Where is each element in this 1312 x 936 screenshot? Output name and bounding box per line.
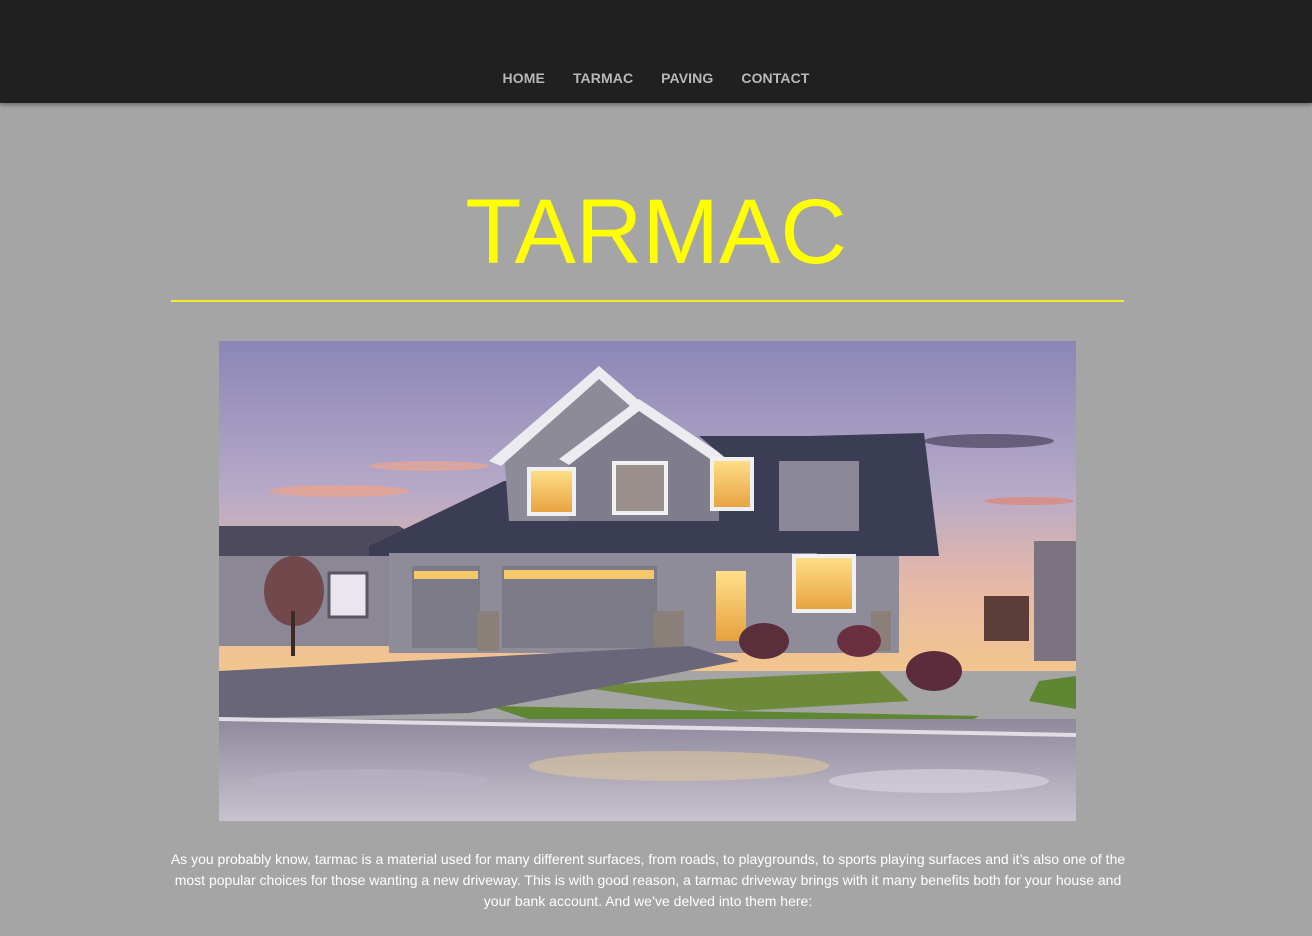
intro-paragraph: As you probably know, tarmac is a materi… — [170, 851, 1126, 909]
nav-paving-link[interactable]: PAVING — [647, 69, 727, 87]
page-title: TARMAC — [465, 181, 847, 283]
site-header: HOME TARMAC PAVING CONTACT — [0, 0, 1312, 103]
title-divider — [171, 300, 1124, 302]
nav-tarmac-link[interactable]: TARMAC — [559, 69, 647, 87]
house-photo — [219, 341, 1076, 821]
nav-home-link[interactable]: HOME — [489, 69, 559, 87]
nav-contact-link[interactable]: CONTACT — [727, 69, 823, 87]
main-nav: HOME TARMAC PAVING CONTACT — [0, 69, 1312, 87]
